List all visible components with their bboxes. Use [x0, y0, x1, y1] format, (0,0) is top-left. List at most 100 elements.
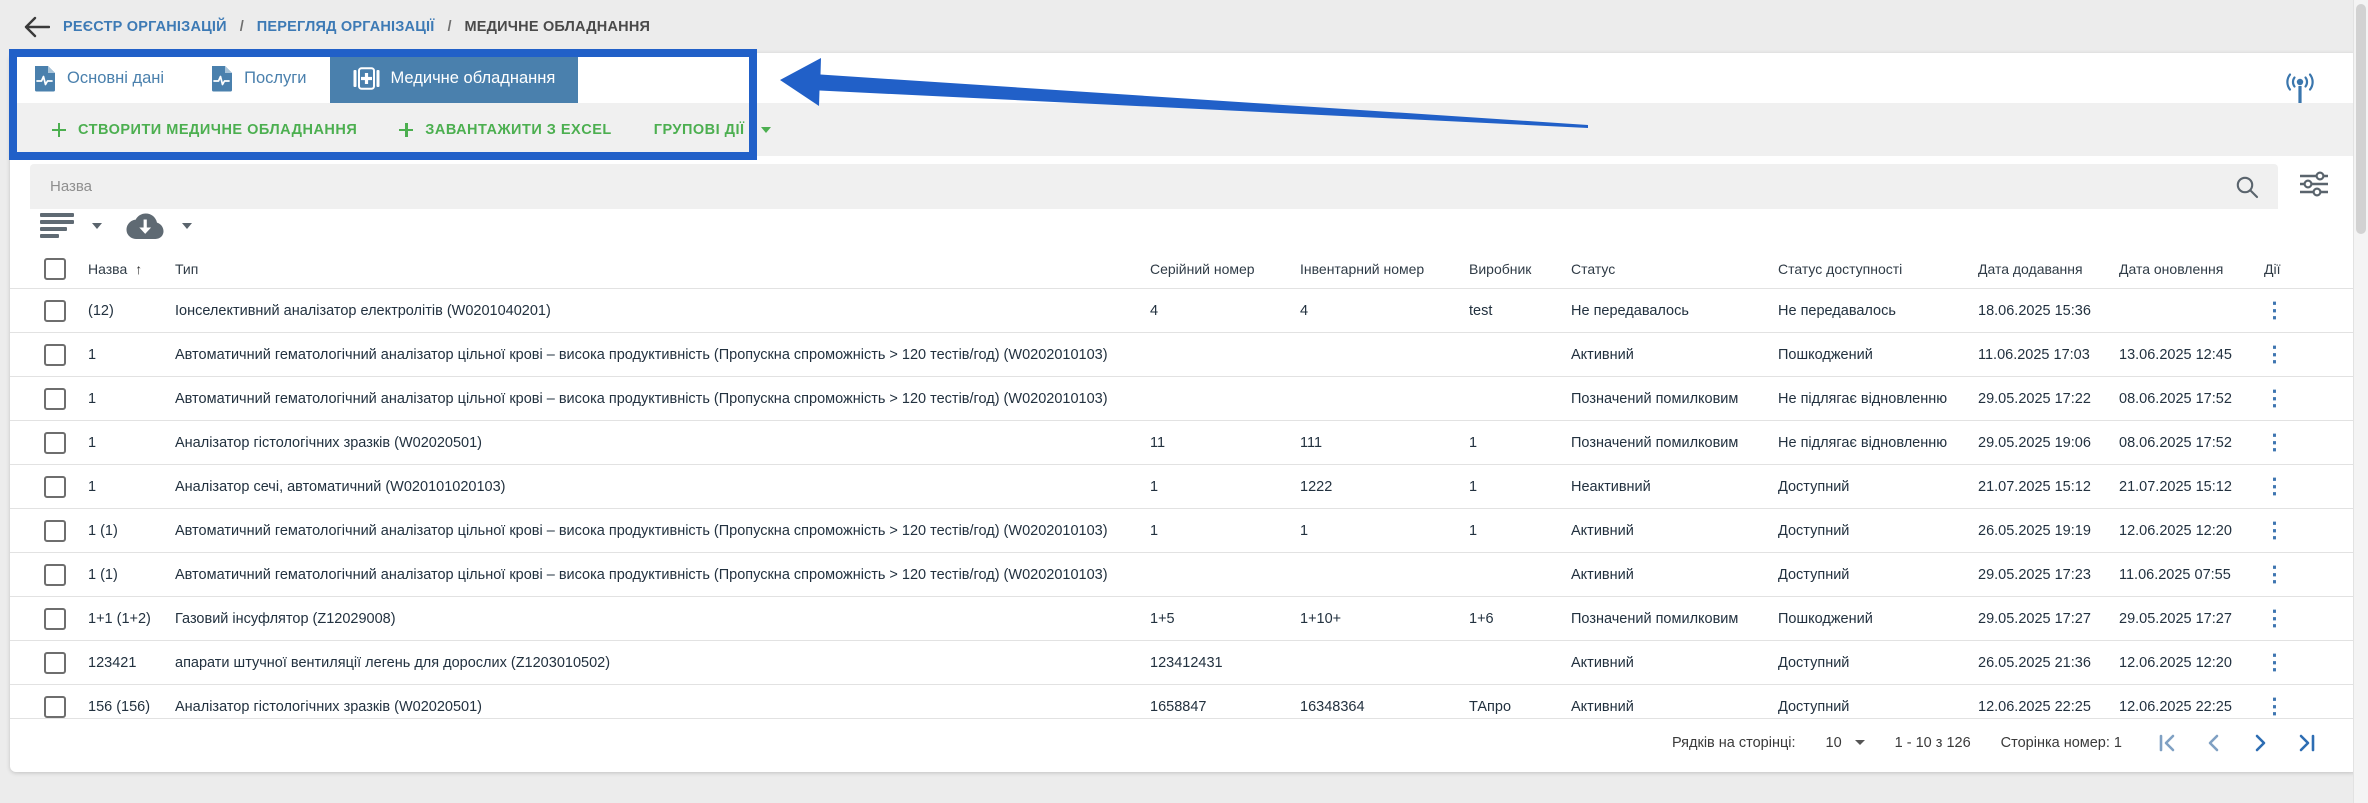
cloud-download-icon — [126, 212, 164, 239]
header-inventory[interactable]: Інвентарний номер — [1300, 250, 1469, 289]
cell-added: 29.05.2025 17:22 — [1978, 377, 2119, 421]
row-actions-menu-icon[interactable]: ⋮ — [2264, 299, 2285, 322]
cell-serial: 1 — [1150, 509, 1300, 553]
row-actions-menu-icon[interactable]: ⋮ — [2264, 651, 2285, 674]
search-icon[interactable] — [2234, 174, 2260, 200]
header-availability[interactable]: Статус доступності — [1778, 250, 1978, 289]
medical-bag-icon — [353, 66, 380, 91]
cell-type: апарати штучної вентиляції легень для до… — [175, 641, 1150, 685]
breadcrumb-registry-link[interactable]: РЕЄСТР ОРГАНІЗАЦІЙ — [63, 19, 227, 35]
rows-per-page-select[interactable]: 10 — [1826, 735, 1865, 751]
cell-inventory: 1+10+ — [1300, 597, 1469, 641]
cell-inventory — [1300, 377, 1469, 421]
actions-strip: СТВОРИТИ МЕДИЧНЕ ОБЛАДНАННЯ ЗАВАНТАЖИТИ … — [10, 103, 2358, 156]
row-actions-menu-icon[interactable]: ⋮ — [2264, 607, 2285, 630]
row-checkbox[interactable] — [44, 520, 66, 542]
row-density-button[interactable] — [40, 213, 102, 238]
cell-type: Іонселективний аналізатор електролітів (… — [175, 289, 1150, 333]
cell-name: 123421 — [88, 641, 175, 685]
page-scrollbar[interactable] — [2353, 0, 2368, 803]
table-row: 1 (1)Автоматичний гематологічний аналіза… — [10, 553, 2358, 597]
cell-name: 1+1 (1+2) — [88, 597, 175, 641]
cell-updated: 12.06.2025 12:20 — [2119, 509, 2264, 553]
search-input[interactable] — [48, 177, 2234, 196]
scrollbar-thumb[interactable] — [2356, 4, 2366, 234]
plus-icon — [399, 123, 413, 137]
next-page-button[interactable] — [2250, 733, 2270, 753]
row-actions-menu-icon[interactable]: ⋮ — [2264, 563, 2285, 586]
header-date-added[interactable]: Дата додавання — [1978, 250, 2119, 289]
cell-availability: Пошкоджений — [1778, 597, 1978, 641]
cell-inventory: 1 — [1300, 509, 1469, 553]
cell-name: 1 — [88, 377, 175, 421]
cell-updated: 21.07.2025 15:12 — [2119, 465, 2264, 509]
row-checkbox[interactable] — [44, 476, 66, 498]
header-status[interactable]: Статус — [1571, 250, 1778, 289]
row-checkbox[interactable] — [44, 432, 66, 454]
cell-type: Автоматичний гематологічний аналізатор ц… — [175, 553, 1150, 597]
group-actions-button[interactable]: ГРУПОВІ ДІЇ — [654, 122, 771, 138]
row-checkbox[interactable] — [44, 344, 66, 366]
cell-status: Активний — [1571, 333, 1778, 377]
table-row: 1Аналізатор сечі, автоматичний (W0201010… — [10, 465, 2358, 509]
cell-status: Позначений помилковим — [1571, 421, 1778, 465]
cell-inventory: 4 — [1300, 289, 1469, 333]
breadcrumb-separator: / — [240, 19, 244, 35]
cell-serial: 123412431 — [1150, 641, 1300, 685]
cell-manufacturer: 1 — [1469, 421, 1571, 465]
row-actions-menu-icon[interactable]: ⋮ — [2264, 475, 2285, 498]
tab-services[interactable]: Послуги — [187, 53, 329, 103]
header-name[interactable]: Назва↑ — [88, 250, 175, 289]
table-row: 1Автоматичний гематологічний аналізатор … — [10, 377, 2358, 421]
create-equipment-button[interactable]: СТВОРИТИ МЕДИЧНЕ ОБЛАДНАННЯ — [52, 122, 357, 138]
row-actions-menu-icon[interactable]: ⋮ — [2264, 387, 2285, 410]
header-type[interactable]: Тип — [175, 250, 1150, 289]
cell-type: Автоматичний гематологічний аналізатор ц… — [175, 333, 1150, 377]
last-page-button[interactable] — [2296, 733, 2316, 753]
breadcrumb-current: МЕДИЧНЕ ОБЛАДНАННЯ — [464, 19, 650, 35]
cell-status: Активний — [1571, 509, 1778, 553]
header-manufacturer[interactable]: Виробник — [1469, 250, 1571, 289]
first-page-button[interactable] — [2158, 733, 2178, 753]
back-arrow-icon — [24, 16, 50, 38]
prev-page-button[interactable] — [2204, 733, 2224, 753]
cell-status: Неактивний — [1571, 465, 1778, 509]
row-checkbox[interactable] — [44, 696, 66, 718]
cell-availability: Не передавалось — [1778, 289, 1978, 333]
rows-per-page-label: Рядків на сторінці: — [1672, 735, 1796, 751]
cell-inventory — [1300, 333, 1469, 377]
row-actions-menu-icon[interactable]: ⋮ — [2264, 519, 2285, 542]
cell-name: (12) — [88, 289, 175, 333]
upload-excel-button[interactable]: ЗАВАНТАЖИТИ З EXCEL — [399, 122, 611, 138]
cell-serial: 11 — [1150, 421, 1300, 465]
row-checkbox[interactable] — [44, 652, 66, 674]
medical-equipment-page: РЕЄСТР ОРГАНІЗАЦІЙ / ПЕРЕГЛЯД ОРГАНІЗАЦІ… — [0, 0, 2368, 803]
tab-main-data[interactable]: Основні дані — [10, 53, 187, 103]
table-row: (12)Іонселективний аналізатор електроліт… — [10, 289, 2358, 333]
cell-status: Активний — [1571, 553, 1778, 597]
header-date-updated[interactable]: Дата оновлення — [2119, 250, 2264, 289]
row-actions-menu-icon[interactable]: ⋮ — [2264, 343, 2285, 366]
cell-type: Газовий інсуфлятор (Z12029008) — [175, 597, 1150, 641]
back-button[interactable] — [24, 16, 50, 38]
header-serial[interactable]: Серійний номер — [1150, 250, 1300, 289]
filter-sliders-icon[interactable] — [2298, 169, 2330, 204]
cell-availability: Не підлягає відновленню — [1778, 421, 1978, 465]
document-pulse-icon — [33, 65, 56, 92]
cell-added: 29.05.2025 19:06 — [1978, 421, 2119, 465]
download-button[interactable] — [126, 212, 192, 239]
plus-icon — [52, 123, 66, 137]
select-all-checkbox[interactable] — [44, 258, 66, 280]
row-checkbox[interactable] — [44, 388, 66, 410]
tab-medical-equipment[interactable]: Медичне обладнання — [330, 53, 579, 103]
chevron-down-icon — [761, 127, 771, 133]
breadcrumb-org-view-link[interactable]: ПЕРЕГЛЯД ОРГАНІЗАЦІЇ — [257, 19, 435, 35]
header-actions: Дії — [2264, 250, 2358, 289]
row-checkbox[interactable] — [44, 300, 66, 322]
row-checkbox[interactable] — [44, 608, 66, 630]
cell-status: Позначений помилковим — [1571, 377, 1778, 421]
row-actions-menu-icon[interactable]: ⋮ — [2264, 695, 2285, 718]
row-actions-menu-icon[interactable]: ⋮ — [2264, 431, 2285, 454]
cell-name: 1 — [88, 333, 175, 377]
row-checkbox[interactable] — [44, 564, 66, 586]
